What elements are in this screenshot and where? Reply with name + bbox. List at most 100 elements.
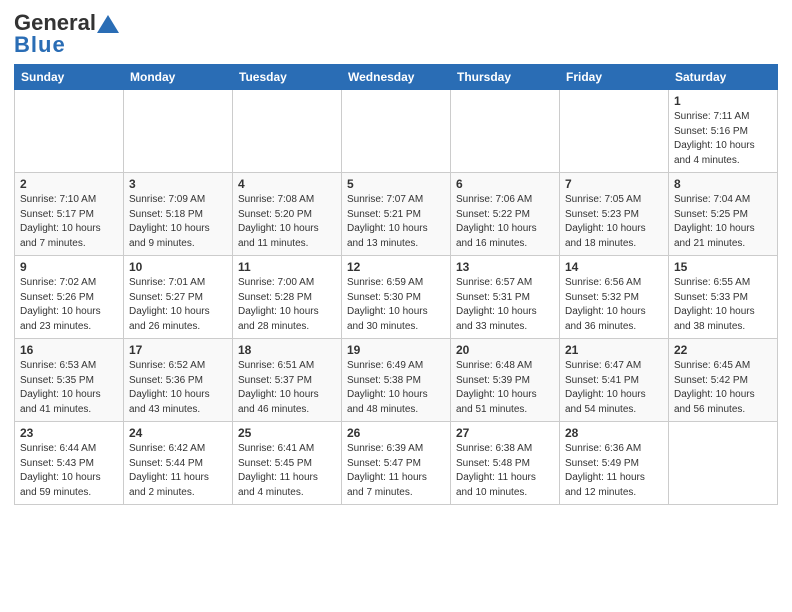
week-row-1: 1 Sunrise: 7:11 AM Sunset: 5:16 PM Daylig…	[15, 90, 778, 173]
day-info: Sunrise: 7:09 AM Sunset: 5:18 PM Dayligh…	[129, 193, 227, 251]
day-cell: 1 Sunrise: 7:11 AM Sunset: 5:16 PM Daylig…	[669, 90, 778, 173]
week-row-4: 16Sunrise: 6:53 AM Sunset: 5:35 PM Dayli…	[15, 339, 778, 422]
day-cell	[451, 90, 560, 173]
day-cell: 18 Sunrise: 6:51 AM Sunset: 5:37 PM Dayli…	[233, 339, 342, 422]
day-cell: 6 Sunrise: 7:06 AM Sunset: 5:22 PM Daylig…	[451, 173, 560, 256]
day-cell: 28 Sunrise: 6:36 AM Sunset: 5:49 PM Dayli…	[560, 422, 669, 505]
day-info: Sunrise: 6:51 AM Sunset: 5:37 PM Dayligh…	[238, 359, 336, 417]
day-number: 15	[674, 260, 772, 274]
day-number: 6	[456, 177, 554, 191]
day-cell	[15, 90, 124, 173]
day-number: 23	[20, 426, 118, 440]
day-number: 25	[238, 426, 336, 440]
day-cell: 17 Sunrise: 6:52 AM Sunset: 5:36 PM Dayli…	[124, 339, 233, 422]
day-info: Sunrise: 7:01 AM Sunset: 5:27 PM Dayligh…	[129, 276, 227, 334]
day-cell: 16Sunrise: 6:53 AM Sunset: 5:35 PM Dayli…	[15, 339, 124, 422]
day-number: 7	[565, 177, 663, 191]
day-number: 13	[456, 260, 554, 274]
day-number: 11	[238, 260, 336, 274]
day-info: Sunrise: 6:49 AM Sunset: 5:38 PM Dayligh…	[347, 359, 445, 417]
day-cell: 15 Sunrise: 6:55 AM Sunset: 5:33 PM Dayli…	[669, 256, 778, 339]
day-cell: 19 Sunrise: 6:49 AM Sunset: 5:38 PM Dayli…	[342, 339, 451, 422]
week-row-3: 9 Sunrise: 7:02 AM Sunset: 5:26 PM Daylig…	[15, 256, 778, 339]
logo-blue-text: Blue	[14, 32, 66, 58]
day-number: 27	[456, 426, 554, 440]
weekday-sunday: Sunday	[15, 65, 124, 90]
day-cell: 22 Sunrise: 6:45 AM Sunset: 5:42 PM Dayli…	[669, 339, 778, 422]
weekday-wednesday: Wednesday	[342, 65, 451, 90]
day-info: Sunrise: 7:06 AM Sunset: 5:22 PM Dayligh…	[456, 193, 554, 251]
day-info: Sunrise: 6:52 AM Sunset: 5:36 PM Dayligh…	[129, 359, 227, 417]
weekday-monday: Monday	[124, 65, 233, 90]
day-info: Sunrise: 6:56 AM Sunset: 5:32 PM Dayligh…	[565, 276, 663, 334]
header: General Blue	[14, 10, 778, 58]
day-number: 19	[347, 343, 445, 357]
day-info: Sunrise: 6:39 AM Sunset: 5:47 PM Dayligh…	[347, 442, 445, 500]
day-cell: 24 Sunrise: 6:42 AM Sunset: 5:44 PM Dayli…	[124, 422, 233, 505]
page: General Blue SundayMondayTuesdayWednesda…	[0, 0, 792, 612]
logo: General Blue	[14, 10, 120, 58]
day-info: Sunrise: 6:42 AM Sunset: 5:44 PM Dayligh…	[129, 442, 227, 500]
day-cell	[233, 90, 342, 173]
day-number: 1	[674, 94, 772, 108]
weekday-header-row: SundayMondayTuesdayWednesdayThursdayFrid…	[15, 65, 778, 90]
day-number: 5	[347, 177, 445, 191]
day-number: 20	[456, 343, 554, 357]
day-number: 24	[129, 426, 227, 440]
weekday-thursday: Thursday	[451, 65, 560, 90]
day-info: Sunrise: 7:05 AM Sunset: 5:23 PM Dayligh…	[565, 193, 663, 251]
day-number: 4	[238, 177, 336, 191]
week-row-2: 2Sunrise: 7:10 AM Sunset: 5:17 PM Daylig…	[15, 173, 778, 256]
day-number: 3	[129, 177, 227, 191]
day-info: Sunrise: 7:07 AM Sunset: 5:21 PM Dayligh…	[347, 193, 445, 251]
day-number: 22	[674, 343, 772, 357]
day-info: Sunrise: 6:36 AM Sunset: 5:49 PM Dayligh…	[565, 442, 663, 500]
day-cell	[124, 90, 233, 173]
day-info: Sunrise: 6:38 AM Sunset: 5:48 PM Dayligh…	[456, 442, 554, 500]
day-number: 10	[129, 260, 227, 274]
calendar: SundayMondayTuesdayWednesdayThursdayFrid…	[14, 64, 778, 505]
day-info: Sunrise: 7:02 AM Sunset: 5:26 PM Dayligh…	[20, 276, 118, 334]
day-number: 2	[20, 177, 118, 191]
day-cell: 11 Sunrise: 7:00 AM Sunset: 5:28 PM Dayli…	[233, 256, 342, 339]
day-number: 12	[347, 260, 445, 274]
logo-triangle-icon	[97, 15, 119, 33]
day-cell: 25 Sunrise: 6:41 AM Sunset: 5:45 PM Dayli…	[233, 422, 342, 505]
day-info: Sunrise: 6:47 AM Sunset: 5:41 PM Dayligh…	[565, 359, 663, 417]
day-cell: 20 Sunrise: 6:48 AM Sunset: 5:39 PM Dayli…	[451, 339, 560, 422]
day-cell: 7 Sunrise: 7:05 AM Sunset: 5:23 PM Daylig…	[560, 173, 669, 256]
day-info: Sunrise: 7:00 AM Sunset: 5:28 PM Dayligh…	[238, 276, 336, 334]
week-row-5: 23 Sunrise: 6:44 AM Sunset: 5:43 PM Dayli…	[15, 422, 778, 505]
day-number: 18	[238, 343, 336, 357]
day-cell: 27 Sunrise: 6:38 AM Sunset: 5:48 PM Dayli…	[451, 422, 560, 505]
weekday-tuesday: Tuesday	[233, 65, 342, 90]
day-number: 9	[20, 260, 118, 274]
day-number: 17	[129, 343, 227, 357]
day-cell: 14 Sunrise: 6:56 AM Sunset: 5:32 PM Dayli…	[560, 256, 669, 339]
day-number: 21	[565, 343, 663, 357]
day-cell: 13 Sunrise: 6:57 AM Sunset: 5:31 PM Dayli…	[451, 256, 560, 339]
day-cell: 21 Sunrise: 6:47 AM Sunset: 5:41 PM Dayli…	[560, 339, 669, 422]
day-cell: 3 Sunrise: 7:09 AM Sunset: 5:18 PM Daylig…	[124, 173, 233, 256]
day-number: 8	[674, 177, 772, 191]
day-info: Sunrise: 6:48 AM Sunset: 5:39 PM Dayligh…	[456, 359, 554, 417]
day-info: Sunrise: 7:11 AM Sunset: 5:16 PM Dayligh…	[674, 110, 772, 168]
day-info: Sunrise: 7:04 AM Sunset: 5:25 PM Dayligh…	[674, 193, 772, 251]
day-cell: 26Sunrise: 6:39 AM Sunset: 5:47 PM Dayli…	[342, 422, 451, 505]
day-info: Sunrise: 6:53 AM Sunset: 5:35 PM Dayligh…	[20, 359, 118, 417]
day-info: Sunrise: 7:08 AM Sunset: 5:20 PM Dayligh…	[238, 193, 336, 251]
day-cell	[560, 90, 669, 173]
day-info: Sunrise: 6:57 AM Sunset: 5:31 PM Dayligh…	[456, 276, 554, 334]
day-info: Sunrise: 6:45 AM Sunset: 5:42 PM Dayligh…	[674, 359, 772, 417]
weekday-friday: Friday	[560, 65, 669, 90]
day-number: 14	[565, 260, 663, 274]
day-info: Sunrise: 6:41 AM Sunset: 5:45 PM Dayligh…	[238, 442, 336, 500]
day-number: 28	[565, 426, 663, 440]
day-info: Sunrise: 6:44 AM Sunset: 5:43 PM Dayligh…	[20, 442, 118, 500]
day-cell: 10 Sunrise: 7:01 AM Sunset: 5:27 PM Dayli…	[124, 256, 233, 339]
day-info: Sunrise: 6:55 AM Sunset: 5:33 PM Dayligh…	[674, 276, 772, 334]
day-cell: 4 Sunrise: 7:08 AM Sunset: 5:20 PM Daylig…	[233, 173, 342, 256]
weekday-saturday: Saturday	[669, 65, 778, 90]
day-cell	[669, 422, 778, 505]
day-cell: 2Sunrise: 7:10 AM Sunset: 5:17 PM Daylig…	[15, 173, 124, 256]
